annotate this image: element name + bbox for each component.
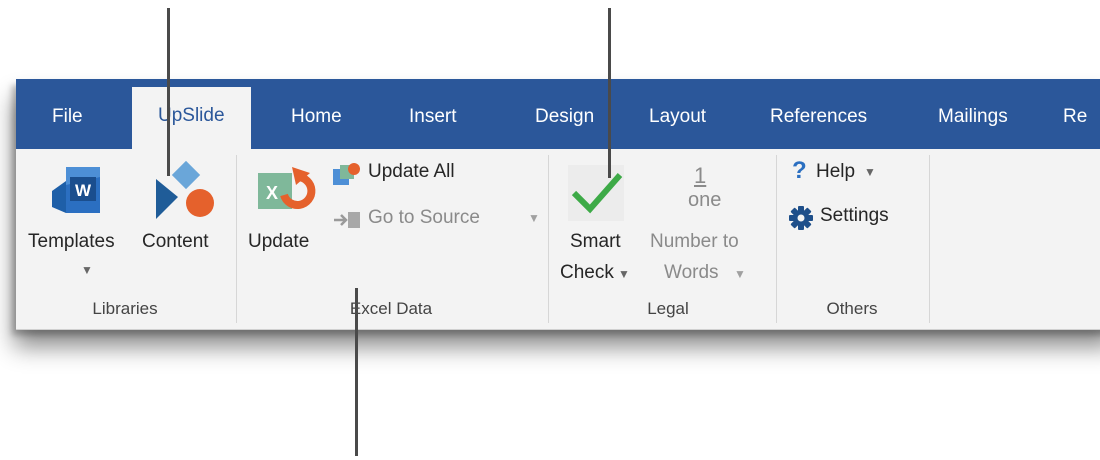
content-label: Content (142, 231, 209, 252)
caret-down-icon: ▼ (81, 263, 93, 277)
tab-design[interactable]: Design (535, 99, 594, 149)
caret-down-icon: ▼ (528, 211, 540, 225)
callout-line-excel-data (355, 288, 358, 456)
tab-review[interactable]: Re (1063, 99, 1087, 149)
callout-line-libraries (167, 8, 170, 176)
caret-down-icon: ▼ (734, 267, 746, 281)
group-separator (776, 155, 777, 323)
help-label: Help (816, 161, 856, 182)
go-to-source-icon (334, 212, 360, 228)
update-all-button[interactable]: Update All (332, 159, 492, 189)
word-window: File UpSlide Home Insert Design Layout R… (16, 79, 1100, 330)
word-template-icon: W (52, 167, 100, 213)
callout-line-legal (608, 8, 611, 178)
tab-insert[interactable]: Insert (409, 99, 457, 149)
group-separator (548, 155, 549, 323)
number-to-words-label-line2: Words (664, 262, 719, 283)
tab-upslide[interactable]: UpSlide (132, 87, 251, 149)
go-to-source-label: Go to Source (368, 207, 480, 228)
content-shapes-icon (156, 161, 214, 219)
ribbon: W Templates ▼ Content Libraries X Update (16, 149, 1100, 330)
update-all-label: Update All (368, 161, 455, 182)
number-to-words-icon-top: 1 (694, 163, 707, 188)
ribbon-tab-bar: File UpSlide Home Insert Design Layout R… (16, 79, 1100, 149)
smart-check-button[interactable]: Smart Check ▼ (556, 155, 634, 295)
templates-label: Templates (28, 231, 115, 252)
checkmark-icon (568, 165, 624, 221)
smart-check-label-line1: Smart (570, 231, 621, 252)
caret-down-icon: ▼ (618, 267, 630, 281)
caret-down-icon: ▼ (864, 165, 876, 179)
question-mark-icon: ? (792, 157, 807, 184)
update-all-icon (333, 163, 360, 185)
group-label-excel-data: Excel Data (349, 299, 433, 318)
tab-layout[interactable]: Layout (649, 99, 706, 149)
smart-check-label-line2: Check (560, 262, 614, 283)
help-button[interactable]: ? Help ▼ (788, 157, 898, 189)
tab-file[interactable]: File (52, 99, 83, 149)
tab-references[interactable]: References (770, 99, 867, 149)
update-label: Update (248, 231, 310, 252)
tab-mailings[interactable]: Mailings (938, 99, 1008, 149)
svg-text:W: W (75, 181, 92, 200)
group-label-others: Others (826, 299, 878, 318)
group-label-legal: Legal (647, 299, 689, 318)
settings-label: Settings (820, 205, 889, 226)
number-to-words-icon-bottom: one (688, 189, 722, 211)
gear-icon (789, 206, 813, 230)
excel-update-icon: X (258, 167, 316, 209)
group-separator (236, 155, 237, 323)
settings-button[interactable]: Settings (788, 203, 928, 233)
group-label-libraries: Libraries (92, 299, 158, 318)
tab-home[interactable]: Home (291, 99, 342, 149)
templates-button[interactable]: W Templates ▼ (24, 155, 142, 295)
group-separator (929, 155, 930, 323)
number-to-words-label-line1: Number to (650, 231, 739, 252)
update-button[interactable]: X Update (244, 155, 330, 295)
go-to-source-button[interactable]: Go to Source ▼ (332, 205, 542, 235)
svg-text:X: X (266, 183, 278, 203)
content-button[interactable]: Content (138, 155, 230, 295)
number-to-words-button[interactable]: 1 one Number to Words ▼ (646, 155, 762, 295)
